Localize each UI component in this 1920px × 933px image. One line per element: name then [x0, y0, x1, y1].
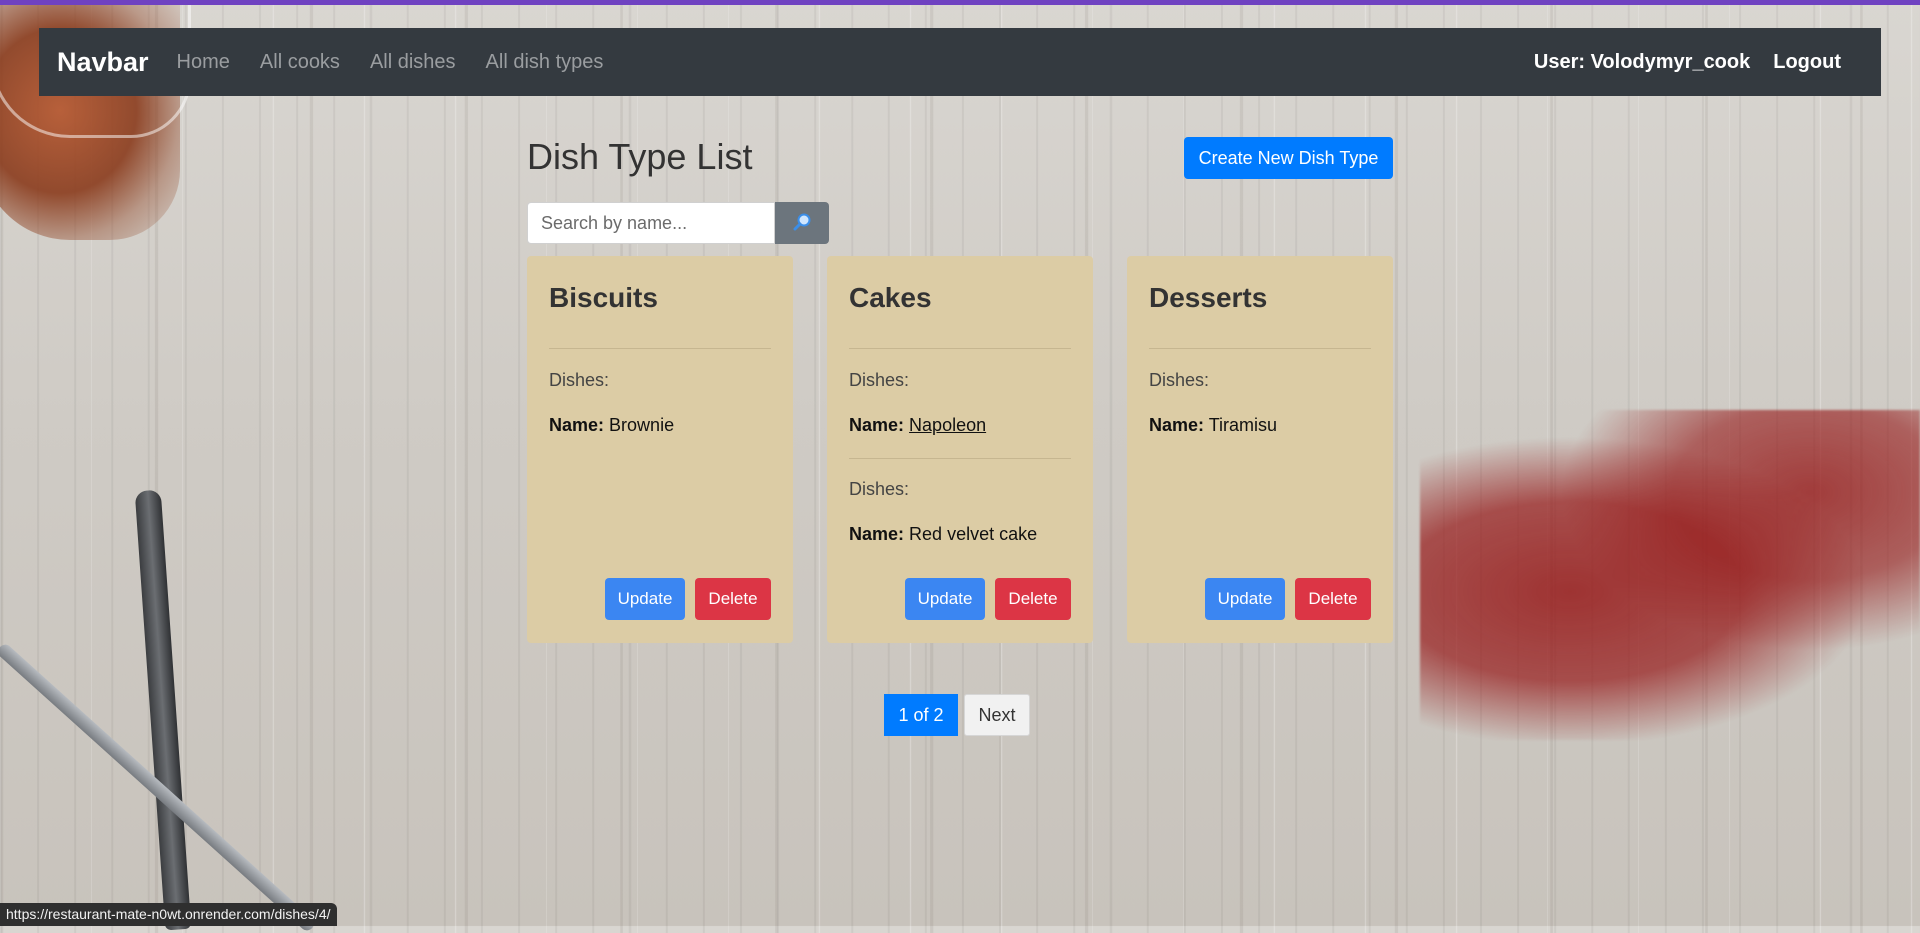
dish-type-card: Biscuits Dishes: Name: Brownie Update De… [527, 256, 793, 643]
navbar-brand[interactable]: Navbar [57, 47, 149, 78]
magnifier-icon [792, 212, 812, 235]
card-divider [549, 348, 771, 349]
nav-link-all-cooks[interactable]: All cooks [260, 51, 340, 74]
dishes-label: Dishes: [549, 370, 610, 390]
dish-name: Brownie [609, 415, 675, 435]
dish-name-line: Name: Tiramisu [1149, 415, 1277, 436]
search-input[interactable] [527, 202, 775, 244]
card-title: Desserts [1149, 282, 1268, 313]
card-divider [1149, 348, 1371, 349]
dish-name: Tiramisu [1208, 415, 1278, 435]
update-button[interactable]: Update [905, 578, 985, 620]
dish-name-label: Name: [849, 415, 905, 435]
dish-name-line: Name: Brownie [549, 415, 674, 436]
dish-name-link[interactable]: Napoleon [909, 415, 986, 435]
update-button[interactable]: Update [1205, 578, 1285, 620]
top-accent-stripe [0, 0, 1920, 5]
pagination-current-page: 1 of 2 [884, 694, 958, 736]
card-title: Cakes [849, 282, 932, 313]
dish-name-label: Name: [549, 415, 605, 435]
search-button[interactable] [775, 202, 829, 244]
nav-link-home[interactable]: Home [177, 51, 230, 74]
pagination-next-button[interactable]: Next [964, 694, 1030, 736]
logout-link[interactable]: Logout [1773, 51, 1841, 74]
dish-name-label: Name: [1149, 415, 1205, 435]
nav-link-all-dishes[interactable]: All dishes [370, 51, 456, 74]
dish-name-line: Name: Red velvet cake [849, 524, 1037, 545]
dish-name-label: Name: [849, 524, 905, 544]
current-user-label: User: Volodymyr_cook [1533, 50, 1751, 73]
card-title: Biscuits [549, 282, 658, 313]
create-dish-type-button[interactable]: Create New Dish Type [1184, 137, 1393, 179]
dishes-label: Dishes: [1149, 370, 1210, 390]
dish-type-card: Desserts Dishes: Name: Tiramisu Update D… [1127, 256, 1393, 643]
delete-button[interactable]: Delete [1295, 578, 1371, 620]
dishes-label: Dishes: [849, 479, 910, 499]
delete-button[interactable]: Delete [695, 578, 771, 620]
card-divider [849, 458, 1071, 459]
dishes-label: Dishes: [849, 370, 910, 390]
nav-link-all-dish-types[interactable]: All dish types [486, 51, 604, 74]
knife-decoration [134, 489, 192, 931]
dish-name-line: Name: Napoleon [849, 415, 986, 436]
navbar-right: User: Volodymyr_cook Logout [1534, 51, 1863, 74]
dish-type-card: Cakes Dishes: Name: Napoleon Dishes: Nam… [827, 256, 1093, 643]
cow-stamp-decoration [1420, 410, 1920, 740]
dish-name: Red velvet cake [909, 524, 1038, 544]
card-divider [849, 348, 1071, 349]
page-title: Dish Type List [527, 136, 753, 177]
update-button[interactable]: Update [605, 578, 685, 620]
top-navbar: Navbar Home All cooks All dishes All dis… [39, 28, 1881, 96]
delete-button[interactable]: Delete [995, 578, 1071, 620]
browser-status-url: https://restaurant-mate-n0wt.onrender.co… [0, 903, 337, 926]
